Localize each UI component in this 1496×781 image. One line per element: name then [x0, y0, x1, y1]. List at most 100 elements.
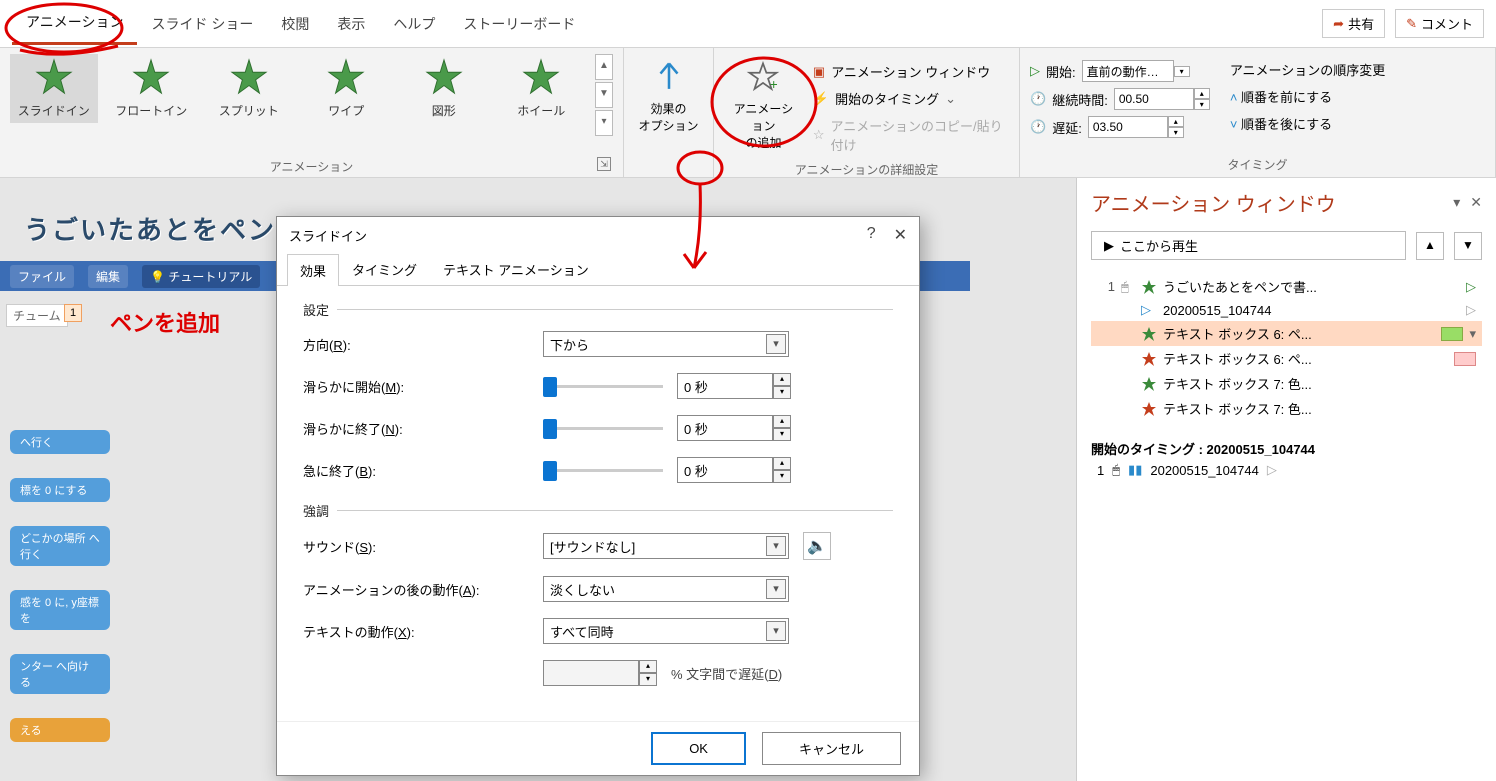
gallery-more[interactable]: ▾ — [595, 110, 613, 136]
direction-label: 方向(R): — [303, 335, 543, 354]
group-label-animation: アニメーション — [10, 154, 613, 175]
bounce-end-label: 急に終了(B): — [303, 461, 543, 480]
star-icon — [522, 58, 560, 96]
effect-options-button[interactable]: 効果の オプション — [634, 54, 703, 140]
smooth-start-label: 滑らかに開始(M): — [303, 377, 543, 396]
anim-item-3[interactable]: テキスト ボックス 6: ペ... ▾ — [1091, 321, 1482, 346]
star-green-icon — [1141, 279, 1157, 295]
animation-window-toggle[interactable]: ▣アニメーション ウィンドウ — [813, 62, 1009, 81]
delay-down[interactable]: ▾ — [1168, 127, 1184, 138]
play-from-button[interactable]: ▶ここから再生 — [1091, 231, 1406, 260]
help-icon[interactable]: ? — [867, 225, 876, 245]
start-select[interactable] — [1082, 60, 1174, 82]
anim-item-6[interactable]: テキスト ボックス 7: 色... — [1091, 396, 1482, 421]
effect-shape[interactable]: 図形 — [400, 54, 488, 123]
annotation-text: ペンを追加 — [110, 306, 220, 338]
group-label-advanced: アニメーションの詳細設定 — [724, 157, 1009, 178]
play-blue-icon: ▷ — [1141, 302, 1157, 318]
dialog-title: スライドイン — [289, 226, 367, 245]
smooth-end-down[interactable]: ▾ — [773, 428, 791, 441]
move-up-button[interactable]: ▲ — [1416, 232, 1444, 260]
close-icon[interactable]: ✕ — [894, 225, 907, 245]
smooth-start-up[interactable]: ▴ — [773, 373, 791, 386]
start-dropdown[interactable]: ▾ — [1174, 66, 1190, 77]
bounce-end-value[interactable]: 0 秒 — [677, 457, 773, 483]
comment-button[interactable]: ✎コメント — [1395, 9, 1484, 38]
gallery-up[interactable]: ▲ — [595, 54, 613, 80]
animation-order-badge[interactable]: 1 — [64, 304, 82, 322]
bounce-end-down[interactable]: ▾ — [773, 470, 791, 483]
animation-painter[interactable]: ☆アニメーションのコピー/貼り付け — [813, 116, 1009, 154]
reorder-later[interactable]: ˅ 順番を後にする — [1230, 114, 1385, 133]
reorder-earlier[interactable]: ˄ 順番を前にする — [1230, 87, 1385, 106]
ok-button[interactable]: OK — [651, 732, 746, 765]
reorder-title: アニメーションの順序変更 — [1230, 60, 1385, 79]
tab-storyboard[interactable]: ストーリーボード — [449, 4, 589, 44]
star-icon — [425, 58, 463, 96]
smooth-start-slider[interactable] — [543, 381, 663, 391]
play-icon: ▷ — [1030, 63, 1040, 79]
tab-review[interactable]: 校閲 — [267, 4, 323, 44]
start-label: 開始: — [1046, 62, 1076, 81]
svg-text:+: + — [770, 77, 778, 92]
trigger-item[interactable]: 1🖱 ▮▮ 20200515_104744 ▷ — [1091, 458, 1482, 482]
cancel-button[interactable]: キャンセル — [762, 732, 901, 765]
bounce-end-up[interactable]: ▴ — [773, 457, 791, 470]
letter-delay-input — [543, 660, 639, 686]
star-red-icon — [1141, 401, 1157, 417]
effect-wheel[interactable]: ホイール — [498, 54, 586, 123]
star-icon — [35, 58, 73, 96]
costume-tab[interactable]: チューム — [6, 304, 68, 327]
after-animation-combo[interactable]: 淡くしない▾ — [543, 576, 789, 602]
add-animation-button[interactable]: + アニメーション の追加 — [724, 54, 803, 157]
anim-item-4[interactable]: テキスト ボックス 6: ペ... — [1091, 346, 1482, 371]
sound-preview-button[interactable]: 🔈 — [803, 532, 831, 560]
smooth-end-value[interactable]: 0 秒 — [677, 415, 773, 441]
dialog-tab-text-anim[interactable]: テキスト アニメーション — [430, 253, 602, 285]
delay-up[interactable]: ▴ — [1168, 116, 1184, 127]
sound-combo[interactable]: [サウンドなし]▾ — [543, 533, 789, 559]
dialog-tab-timing[interactable]: タイミング — [339, 253, 430, 285]
anim-item-1[interactable]: 1🖱 うごいたあとをペンで書... ▷ — [1091, 274, 1482, 299]
share-button[interactable]: ➦共有 — [1322, 9, 1385, 38]
move-down-button[interactable]: ▼ — [1454, 232, 1482, 260]
animate-text-combo[interactable]: すべて同時▾ — [543, 618, 789, 644]
animate-text-label: テキストの動作(X): — [303, 622, 543, 641]
duration-input[interactable] — [1114, 88, 1194, 110]
tab-slideshow[interactable]: スライド ショー — [137, 4, 267, 44]
star-icon — [230, 58, 268, 96]
tab-animation[interactable]: アニメーション — [12, 2, 137, 45]
effect-slide-in[interactable]: スライドイン — [10, 54, 98, 123]
tab-help[interactable]: ヘルプ — [379, 4, 449, 44]
bounce-end-slider[interactable] — [543, 465, 663, 475]
duration-up[interactable]: ▴ — [1194, 88, 1210, 99]
star-icon — [327, 58, 365, 96]
pane-dropdown[interactable]: ▾ — [1453, 194, 1460, 211]
smooth-start-down[interactable]: ▾ — [773, 386, 791, 399]
dialog-tab-effect[interactable]: 効果 — [287, 254, 339, 286]
anim-item-2[interactable]: ▷ 20200515_104744 ▷ — [1091, 299, 1482, 321]
effect-wipe[interactable]: ワイプ — [303, 54, 391, 123]
duration-label: 継続時間: — [1052, 90, 1108, 109]
pane-close[interactable]: ✕ — [1470, 194, 1482, 211]
anim-item-5[interactable]: テキスト ボックス 7: 色... — [1091, 371, 1482, 396]
effect-float-in[interactable]: フロートイン — [108, 54, 196, 123]
delay-icon: 🕐 — [1030, 119, 1046, 135]
gallery-down[interactable]: ▼ — [595, 82, 613, 108]
smooth-end-slider[interactable] — [543, 423, 663, 433]
speaker-icon: 🔈 — [807, 536, 827, 556]
effect-options-dialog: スライドイン ? ✕ 効果 タイミング テキスト アニメーション 設定 方向(R… — [276, 216, 920, 776]
effect-split[interactable]: スプリット — [205, 54, 293, 123]
animation-list: 1🖱 うごいたあとをペンで書... ▷ ▷ 20200515_104744 ▷ … — [1091, 274, 1482, 421]
settings-section-label: 設定 — [303, 300, 893, 319]
trigger-button[interactable]: ⚡開始のタイミング⌄ — [813, 89, 1009, 108]
duration-down[interactable]: ▾ — [1194, 99, 1210, 110]
trigger-section-title: 開始のタイミング : 20200515_104744 — [1091, 439, 1482, 458]
tab-view[interactable]: 表示 — [323, 4, 379, 44]
direction-combo[interactable]: 下から▾ — [543, 331, 789, 357]
dialog-launcher-animation[interactable]: ⇲ — [597, 157, 611, 171]
smooth-end-up[interactable]: ▴ — [773, 415, 791, 428]
smooth-start-value[interactable]: 0 秒 — [677, 373, 773, 399]
delay-input[interactable] — [1088, 116, 1168, 138]
arrow-up-icon — [652, 60, 686, 94]
